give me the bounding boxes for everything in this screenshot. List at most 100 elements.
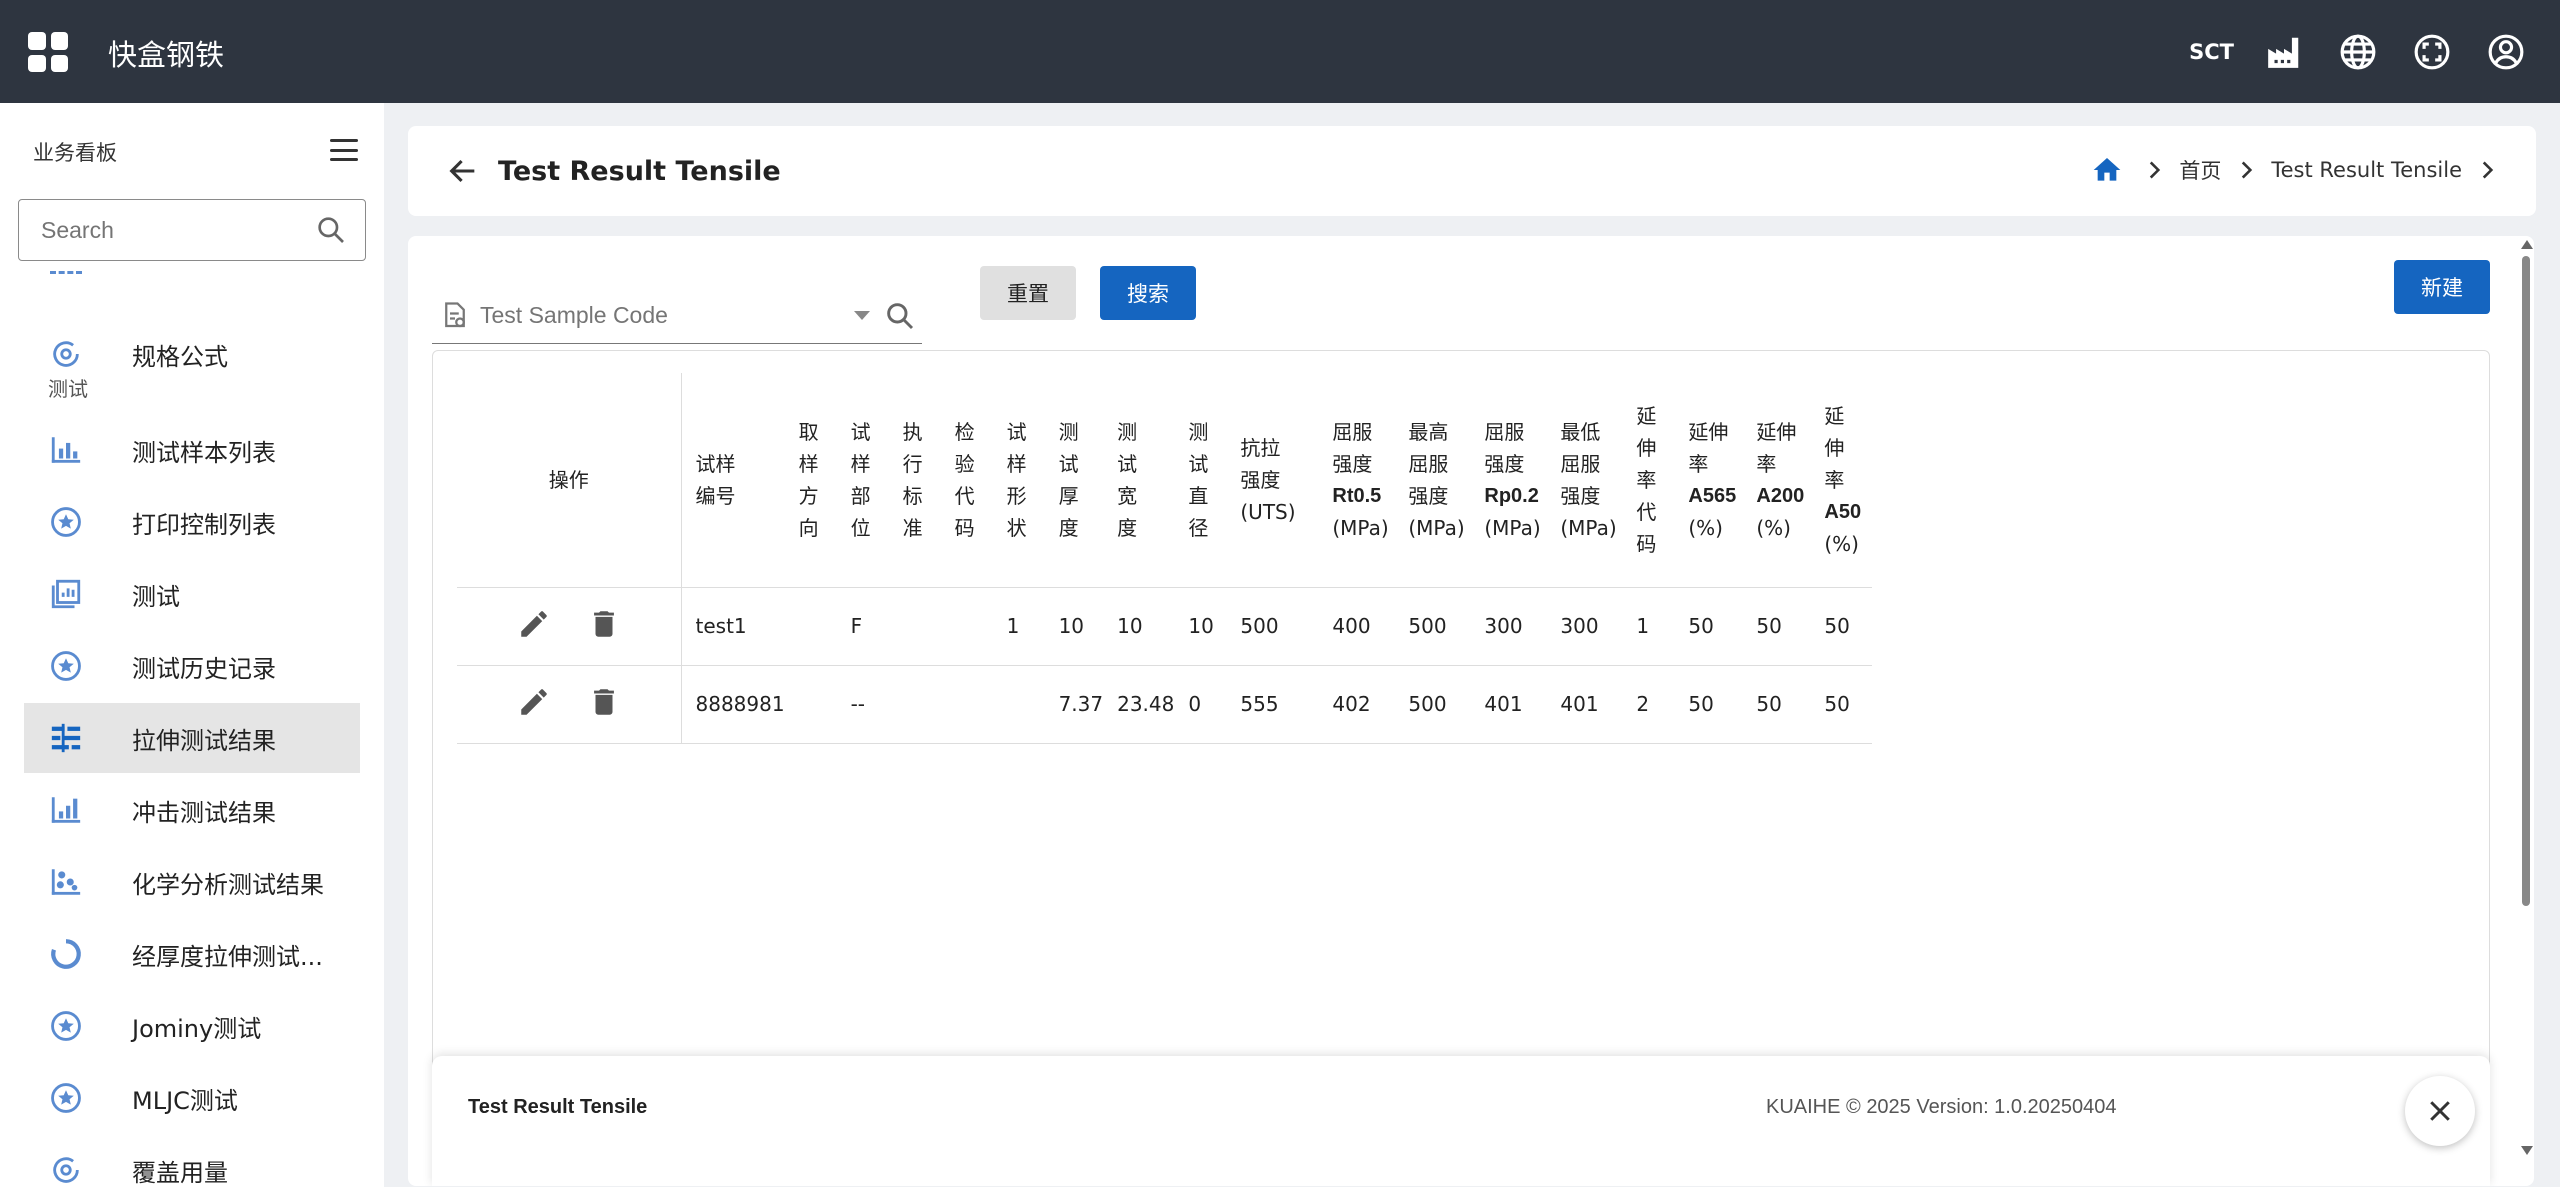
search-icon[interactable]: [315, 214, 347, 246]
table-cell: [992, 665, 1045, 744]
sidebar-search-input[interactable]: [41, 216, 315, 244]
column-header[interactable]: 最高 屈服 强度 (MPa): [1394, 373, 1471, 588]
column-header-line: 样: [1006, 451, 1027, 476]
sidebar-item-impact-results[interactable]: 冲击测试结果: [24, 775, 360, 845]
column-header-line: 状: [1006, 515, 1027, 540]
sidebar-item-jominy[interactable]: Jominy测试: [24, 991, 360, 1061]
column-header[interactable]: 执行标准: [888, 373, 941, 588]
table-row[interactable]: 8888981 -- 7.37 23.48 0 555 402 500 401 401 2 50 50 5…: [457, 665, 1873, 744]
test-sample-code-input[interactable]: [480, 302, 854, 329]
column-header-line: 伸: [1824, 435, 1845, 460]
breadcrumb-home[interactable]: 首页: [2179, 155, 2221, 185]
factory-icon[interactable]: [2264, 32, 2304, 72]
sidebar-item-label: 测试样本列表: [132, 438, 276, 467]
column-header[interactable]: 测试直径: [1174, 373, 1227, 588]
table-row[interactable]: test1 F 1 10 10 10 500 400 500 300 300 1 50 50 50: [457, 587, 1873, 666]
scroll-up-arrow-icon[interactable]: [2521, 240, 2533, 249]
sidebar-item-test[interactable]: 测试: [24, 559, 360, 629]
globe-icon[interactable]: [2338, 32, 2378, 72]
column-header[interactable]: 测试厚度: [1044, 373, 1104, 588]
column-header-line: 强度: [1240, 467, 1281, 492]
edit-icon[interactable]: [517, 607, 551, 641]
column-header-line: 延伸: [1756, 419, 1797, 444]
column-header-line: 屈服: [1484, 419, 1525, 444]
fullscreen-icon[interactable]: [2412, 32, 2452, 72]
column-header-line: 试: [1006, 419, 1027, 444]
column-header-line: 部: [850, 483, 871, 508]
column-header-actions: 操作: [457, 373, 682, 588]
column-header[interactable]: 试样部位: [836, 373, 889, 588]
scrollbar-thumb[interactable]: [2522, 256, 2530, 906]
edit-icon[interactable]: [517, 685, 551, 719]
column-header[interactable]: 延伸率 A565 (%): [1674, 373, 1743, 588]
table-cell: 2: [1622, 665, 1675, 744]
column-header-line: 样: [850, 451, 871, 476]
app-title: 快盒钢铁: [108, 38, 225, 72]
user-code[interactable]: SCT: [2189, 40, 2234, 64]
sidebar-item-print-control-list[interactable]: 打印控制列表: [24, 487, 360, 557]
column-header[interactable]: 延伸率代码: [1622, 373, 1675, 588]
column-header-line: (MPa): [1560, 515, 1617, 540]
column-header[interactable]: 最低 屈服 强度 (MPa): [1546, 373, 1623, 588]
dropdown-caret-icon[interactable]: [854, 311, 870, 320]
column-header[interactable]: 取样方向: [784, 373, 837, 588]
sidebar-item-coverage[interactable]: 覆盖用量: [24, 1135, 360, 1187]
column-header[interactable]: 试样形状: [992, 373, 1045, 588]
account-icon[interactable]: [2486, 32, 2526, 72]
apps-grid-icon[interactable]: [28, 32, 68, 72]
column-header-line: 取: [798, 419, 819, 444]
delete-icon[interactable]: [587, 607, 621, 641]
donut-icon: [48, 936, 84, 972]
table-cell: 10: [1044, 587, 1104, 666]
close-button[interactable]: [2405, 1076, 2475, 1146]
column-header[interactable]: 检验代码: [940, 373, 993, 588]
table-cell: 500: [1394, 587, 1471, 666]
search-button[interactable]: 搜索: [1100, 266, 1196, 320]
column-header-line: (UTS): [1240, 499, 1296, 524]
column-header[interactable]: 屈服 强度 Rp0.2 (MPa): [1470, 373, 1547, 588]
hamburger-menu-icon[interactable]: [330, 139, 358, 161]
star-circle-icon: [48, 1008, 84, 1044]
table-cell: 8888981: [681, 665, 785, 744]
table-cell: [888, 587, 941, 666]
back-arrow-icon[interactable]: [446, 154, 480, 188]
reset-button[interactable]: 重置: [980, 266, 1076, 320]
table-cell: 401: [1546, 665, 1623, 744]
column-header-line: 标: [902, 483, 923, 508]
table-cell: 300: [1470, 587, 1547, 666]
column-header[interactable]: 屈服 强度 Rt0.5 (MPa): [1318, 373, 1395, 588]
sidebar-search[interactable]: [18, 199, 366, 261]
home-icon[interactable]: [2091, 154, 2123, 186]
row-actions: [457, 587, 682, 666]
sidebar-item-label: 覆盖用量: [132, 1158, 228, 1187]
new-button[interactable]: 新建: [2394, 260, 2490, 314]
test-sample-code-field[interactable]: [432, 288, 922, 344]
column-header-line: (MPa): [1332, 515, 1389, 540]
delete-icon[interactable]: [587, 685, 621, 719]
sidebar: 业务看板 规格公式 测试 测试样本列表 打印控制列表 测试 测试历史记录 拉伸测…: [0, 103, 384, 1187]
column-header-line: 测: [1188, 419, 1209, 444]
top-right-toolbar: SCT: [2189, 0, 2560, 103]
sidebar-item-label: 化学分析测试结果: [132, 870, 324, 899]
sidebar-item-tensile-results[interactable]: 拉伸测试结果: [24, 703, 360, 773]
column-header-line: A565: [1688, 484, 1737, 507]
table-cell: [940, 587, 993, 666]
table-cell: 402: [1318, 665, 1395, 744]
search-icon[interactable]: [884, 300, 916, 332]
column-header[interactable]: 延伸率 A50 (%): [1810, 373, 1873, 588]
sidebar-item-through-thickness[interactable]: 经厚度拉伸测试...: [24, 919, 360, 989]
column-header-line: 厚: [1058, 483, 1079, 508]
sidebar-item-test-sample-list[interactable]: 测试样本列表: [24, 415, 360, 485]
column-header-line: (MPa): [1408, 515, 1465, 540]
sidebar-item-test-history[interactable]: 测试历史记录: [24, 631, 360, 701]
column-header[interactable]: 延伸率 A200 (%): [1742, 373, 1811, 588]
chevron-right-icon: [2482, 161, 2494, 179]
sidebar-item-chemical-results[interactable]: 化学分析测试结果: [24, 847, 360, 917]
column-header[interactable]: 测试宽度: [1103, 373, 1175, 588]
vertical-scrollbar[interactable]: [2518, 236, 2534, 1186]
column-header[interactable]: 试样 编号: [681, 373, 785, 588]
column-header-line: 码: [1636, 531, 1657, 556]
column-header[interactable]: 抗拉 强度 (UTS): [1226, 373, 1319, 588]
scroll-down-arrow-icon[interactable]: [2521, 1146, 2533, 1155]
sidebar-item-mljc[interactable]: MLJC测试: [24, 1063, 360, 1133]
